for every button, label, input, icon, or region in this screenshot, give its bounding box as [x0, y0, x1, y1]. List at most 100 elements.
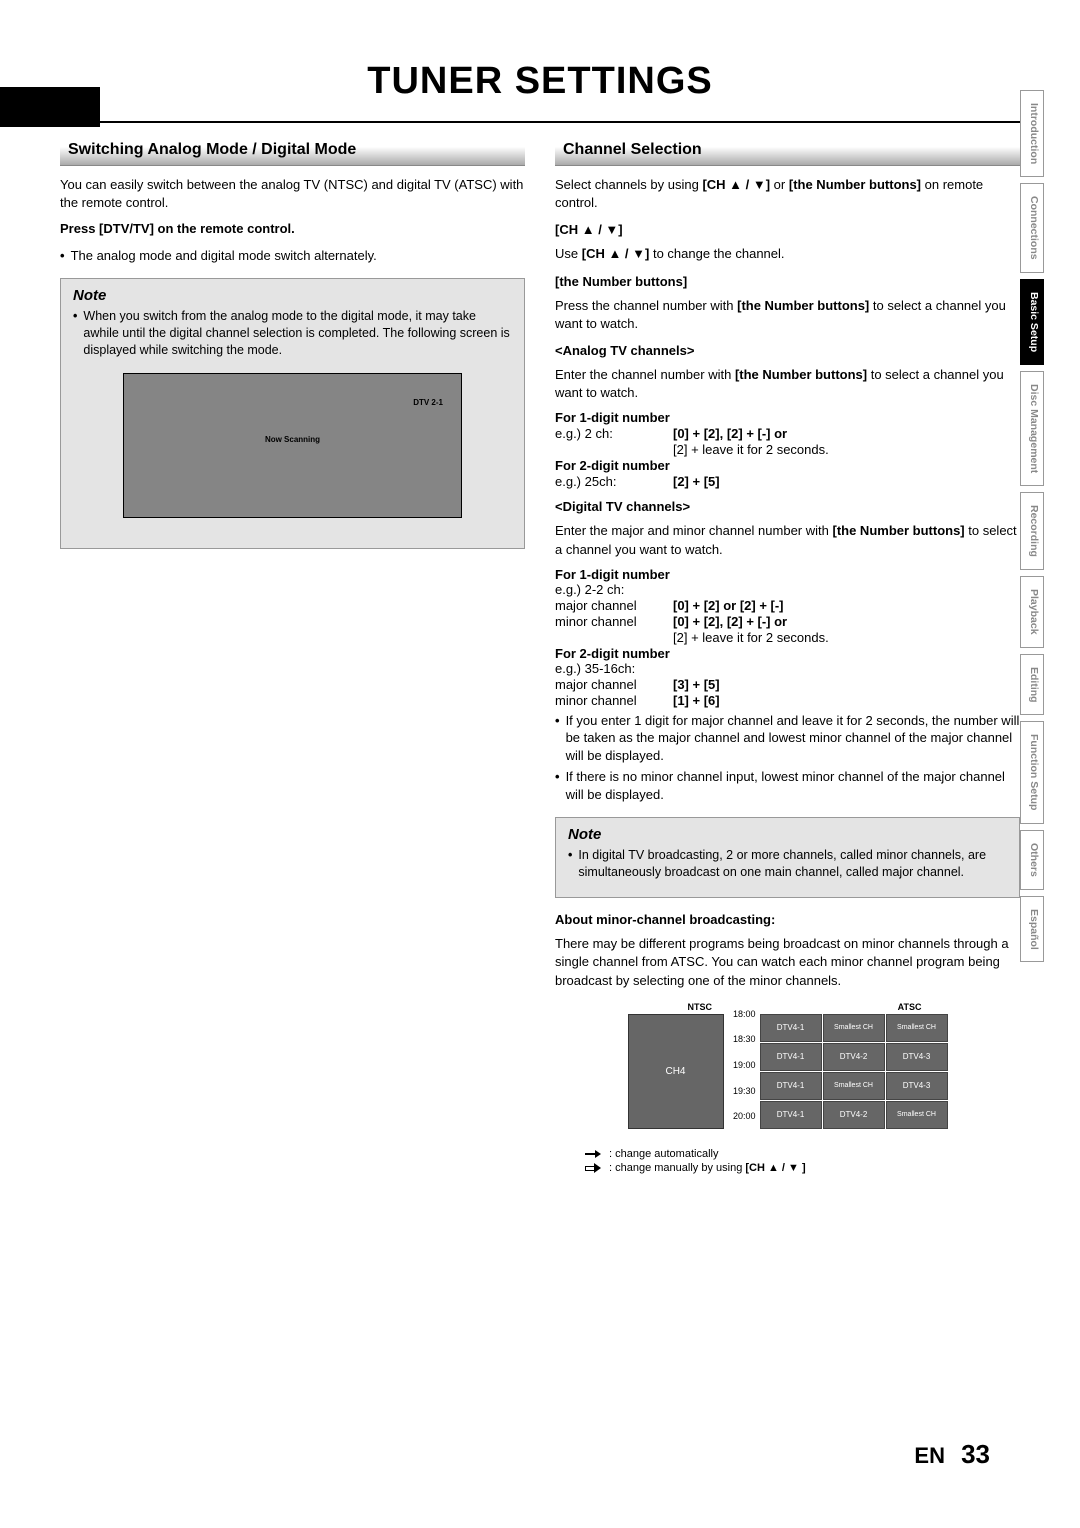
sub-nb: [the Number buttons] [555, 274, 1020, 289]
number-buttons: [the Number buttons] [737, 298, 869, 313]
lbl [555, 630, 673, 645]
tab-basic-setup[interactable]: Basic Setup [1020, 279, 1044, 365]
right-note-row: In digital TV broadcasting, 2 or more ch… [568, 847, 1007, 881]
tab-editing[interactable]: Editing [1020, 654, 1044, 716]
left-intro: You can easily switch between the analog… [60, 176, 525, 212]
diag-head: NTSC ATSC [628, 1002, 948, 1014]
header-black-bar [0, 87, 100, 127]
atsc-grid: DTV4-1 Smallest CH Smallest CH DTV4-1 DT… [760, 1014, 948, 1142]
tv-screen: DTV 2-1 Now Scanning [123, 373, 462, 518]
tab-function-setup[interactable]: Function Setup [1020, 721, 1044, 823]
analog-heading: <Analog TV channels> [555, 343, 1020, 358]
bullet-2: If there is no minor channel input, lowe… [555, 768, 1020, 803]
left-note-title: Note [73, 287, 512, 304]
left-note-box: Note When you switch from the analog mod… [60, 278, 525, 549]
left-column: Switching Analog Mode / Digital Mode You… [60, 137, 525, 1176]
dd1-r2: minor channel[0] + [2], [2] + [-] or [555, 614, 1020, 629]
legend-man-text: : change manually by using [CH ▲ / ▼ ] [609, 1162, 806, 1174]
d2-heading: For 2-digit number [555, 458, 1020, 473]
ch-symbol: [CH ▲ / ▼ ] [745, 1162, 805, 1174]
press-heading: Press [DTV/TV] on the remote control. [60, 220, 525, 238]
analog-intro: Enter the channel number with [the Numbe… [555, 366, 1020, 402]
tab-playback[interactable]: Playback [1020, 576, 1044, 648]
cell: DTV4-2 [823, 1101, 885, 1129]
tv-screen-wrap: DTV 2-1 Now Scanning [73, 363, 512, 536]
cell: Smallest CH [823, 1072, 885, 1100]
tab-introduction[interactable]: Introduction [1020, 90, 1044, 177]
dd2-r1: major channel[3] + [5] [555, 677, 1020, 692]
about-text: There may be different programs being br… [555, 935, 1020, 990]
ch-symbol: [CH ▲ / ▼] [702, 177, 770, 192]
tv-dtv-label: DTV 2-1 [413, 398, 443, 407]
t: Press the channel number with [555, 298, 737, 313]
lbl: e.g.) 25ch: [555, 474, 673, 489]
left-heading: Switching Analog Mode / Digital Mode [60, 137, 525, 166]
digital-intro: Enter the major and minor channel number… [555, 522, 1020, 558]
arrow-outline-icon [585, 1163, 603, 1173]
dd2-eg: e.g.) 35-16ch: [555, 661, 1020, 676]
lbl: major channel [555, 598, 673, 613]
dd1-eg: e.g.) 2-2 ch: [555, 582, 1020, 597]
tab-recording[interactable]: Recording [1020, 492, 1044, 570]
dd2-r2: minor channel[1] + [6] [555, 693, 1020, 708]
sub-ch: [CH ▲ / ▼] [555, 222, 1020, 237]
cell: DTV4-1 [760, 1043, 822, 1071]
legend-auto: : change automatically [585, 1148, 1020, 1160]
val: [0] + [2], [2] + [-] or [673, 614, 787, 629]
number-buttons: [the Number buttons] [789, 177, 921, 192]
right-note-body: In digital TV broadcasting, 2 or more ch… [578, 847, 1007, 881]
right-intro: Select channels by using [CH ▲ / ▼] or [… [555, 176, 1020, 212]
t: to change the channel. [649, 246, 784, 261]
press-bullet: The analog mode and digital mode switch … [60, 247, 525, 265]
tab-espanol[interactable]: Español [1020, 896, 1044, 963]
t: or [770, 177, 789, 192]
cell: DTV4-3 [886, 1072, 948, 1100]
page-lang: EN [914, 1443, 945, 1468]
diag-grid: CH4 18:00 18:30 19:00 19:30 20:00 DTV4-1… [628, 1014, 948, 1142]
right-column: Channel Selection Select channels by usi… [555, 137, 1020, 1176]
number-buttons: [the Number buttons] [735, 367, 867, 382]
dd1-r3: [2] + leave it for 2 seconds. [555, 630, 1020, 645]
left-note-body: When you switch from the analog mode to … [83, 308, 512, 359]
broadcasting-diagram: NTSC ATSC CH4 18:00 18:30 19:00 19:30 20… [628, 1002, 948, 1142]
val: [2] + leave it for 2 seconds. [673, 630, 829, 645]
legend: : change automatically : change manually… [585, 1148, 1020, 1174]
tv-scanning-label: Now Scanning [265, 435, 320, 444]
t: : change manually by using [609, 1162, 745, 1174]
bullet-1: If you enter 1 digit for major channel a… [555, 712, 1020, 765]
lbl: major channel [555, 677, 673, 692]
legend-auto-text: : change automatically [609, 1148, 718, 1160]
ch-symbol: [CH ▲ / ▼] [582, 246, 650, 261]
left-note-body-row: When you switch from the analog mode to … [73, 308, 512, 359]
val: [1] + [6] [673, 693, 720, 708]
val: [2] + leave it for 2 seconds. [673, 442, 829, 457]
about-heading: About minor-channel broadcasting: [555, 912, 1020, 927]
atsc-label: ATSC [898, 1002, 922, 1012]
val: [2] + [5] [673, 474, 720, 489]
page-title: TUNER SETTINGS [60, 60, 1020, 103]
tab-connections[interactable]: Connections [1020, 183, 1044, 273]
page-footer: EN 33 [914, 1439, 990, 1470]
dd1-heading: For 1-digit number [555, 567, 1020, 582]
d2-row: e.g.) 25ch:[2] + [5] [555, 474, 1020, 489]
digital-heading: <Digital TV channels> [555, 499, 1020, 514]
ch4-cell: CH4 [628, 1014, 724, 1129]
t: Use [555, 246, 582, 261]
t: Enter the channel number with [555, 367, 735, 382]
d1-row2: [2] + leave it for 2 seconds. [555, 442, 1020, 457]
dd2-heading: For 2-digit number [555, 646, 1020, 661]
side-tabs: Introduction Connections Basic Setup Dis… [1020, 90, 1044, 962]
cell: DTV4-3 [886, 1043, 948, 1071]
tab-others[interactable]: Others [1020, 830, 1044, 890]
cell: DTV4-1 [760, 1072, 822, 1100]
legend-manual: : change manually by using [CH ▲ / ▼ ] [585, 1162, 1020, 1174]
cell: DTV4-1 [760, 1014, 822, 1042]
time-label: 20:00 [724, 1116, 756, 1142]
sub-nb-text: Press the channel number with [the Numbe… [555, 297, 1020, 333]
d1-heading: For 1-digit number [555, 410, 1020, 425]
cell: DTV4-2 [823, 1043, 885, 1071]
t: Enter the major and minor channel number… [555, 523, 832, 538]
cell: Smallest CH [823, 1014, 885, 1042]
page-number: 33 [961, 1439, 990, 1469]
tab-disc-management[interactable]: Disc Management [1020, 371, 1044, 486]
